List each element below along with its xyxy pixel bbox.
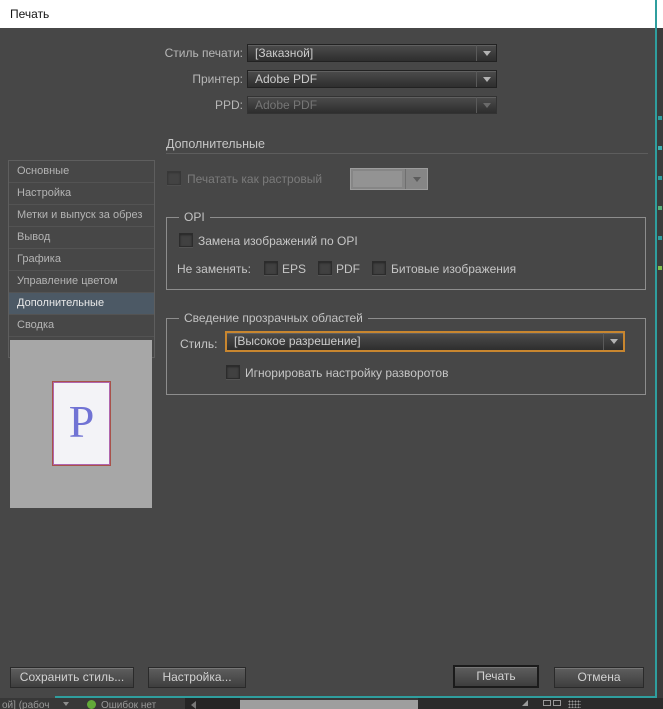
preflight-status-text[interactable]: Ошибок нет xyxy=(101,699,156,709)
omit-label: Не заменять: xyxy=(177,262,251,276)
omit-eps-label: EPS xyxy=(282,262,307,276)
flattener-group: Сведение прозрачных областей Стиль: [Выс… xyxy=(166,311,646,395)
scroll-left-icon[interactable] xyxy=(191,701,196,709)
bitmap-resolution-dropdown xyxy=(350,168,428,190)
panel-tab-mark xyxy=(658,146,662,150)
chevron-down-icon xyxy=(476,97,496,113)
sidebar-item-graphics[interactable]: Графика xyxy=(9,249,154,271)
sidebar-item-summary[interactable]: Сводка xyxy=(9,315,154,337)
printer-value: Adobe PDF xyxy=(255,72,318,86)
panel-tab-mark xyxy=(658,176,662,180)
sections-list: Основные Настройка Метки и выпуск за обр… xyxy=(8,160,155,358)
flattener-style-label: Стиль: xyxy=(180,337,218,351)
panel-tab-mark xyxy=(658,266,662,270)
printer-dropdown[interactable]: Adobe PDF xyxy=(247,70,497,88)
panel-title: Дополнительные xyxy=(166,137,265,151)
omit-bitmap-checkbox[interactable] xyxy=(372,261,386,275)
ppd-dropdown: Adobe PDF xyxy=(247,96,497,114)
screen: Печать Стиль печати: [Заказной] Принтер:… xyxy=(0,0,663,709)
horizontal-scrollbar[interactable] xyxy=(240,700,418,709)
panel-title-divider xyxy=(166,153,648,154)
background-status-bar: ой] (рабоч Ошибок нет xyxy=(0,698,663,709)
sidebar-item-output[interactable]: Вывод xyxy=(9,227,154,249)
opi-group-title: OPI xyxy=(179,210,210,224)
panel-tab-mark xyxy=(658,206,662,210)
background-panel-edge xyxy=(657,28,663,709)
print-preset-value: [Заказной] xyxy=(255,46,314,60)
panel-tab-mark xyxy=(658,116,662,120)
window-titlebar: Печать xyxy=(0,0,663,28)
omit-pdf-label: PDF xyxy=(336,262,360,276)
opi-group: OPI Замена изображений по OPI Не заменят… xyxy=(166,210,646,290)
print-button[interactable]: Печать xyxy=(453,665,539,688)
opi-substitution-checkbox[interactable] xyxy=(179,233,193,247)
preview-page-margins: P xyxy=(53,382,110,465)
window-title: Печать xyxy=(10,7,50,21)
page-indicator-text: ой] (рабоч xyxy=(2,700,50,709)
chevron-down-icon xyxy=(476,71,496,87)
save-preset-button[interactable]: Сохранить стиль... xyxy=(10,667,134,688)
sidebar-item-advanced[interactable]: Дополнительные xyxy=(9,293,154,315)
panel-tab-mark xyxy=(658,236,662,240)
opi-substitution-label: Замена изображений по OPI xyxy=(198,234,358,248)
status-bar-segment xyxy=(185,698,240,709)
flattener-group-title: Сведение прозрачных областей xyxy=(179,311,368,325)
print-as-bitmap-label: Печатать как растровый xyxy=(187,172,323,186)
chevron-down-icon xyxy=(405,169,427,189)
sidebar-item-basic[interactable]: Основные xyxy=(9,161,154,183)
printer-label: Принтер: xyxy=(192,72,243,86)
status-ok-icon xyxy=(87,700,96,709)
flattener-style-value: [Высокое разрешение] xyxy=(234,334,361,348)
sidebar-item-setup[interactable]: Настройка xyxy=(9,183,154,205)
cancel-button[interactable]: Отмена xyxy=(554,667,644,688)
print-preset-label: Стиль печати: xyxy=(164,46,243,60)
preview-letter: P xyxy=(68,395,95,447)
bitmap-resolution-value xyxy=(353,171,402,187)
flattener-style-dropdown[interactable]: [Высокое разрешение] xyxy=(225,331,625,352)
spread-pages-icon[interactable] xyxy=(543,700,563,707)
print-preset-dropdown[interactable]: [Заказной] xyxy=(247,44,497,62)
print-preview-area: P xyxy=(10,340,152,508)
omit-pdf-checkbox[interactable] xyxy=(318,261,332,275)
grid-dots-icon[interactable] xyxy=(568,700,581,708)
page-setup-button[interactable]: Настройка... xyxy=(148,667,246,688)
sidebar-item-marks-bleed[interactable]: Метки и выпуск за обрез xyxy=(9,205,154,227)
ignore-spread-overrides-label: Игнорировать настройку разворотов xyxy=(245,366,449,380)
preview-page[interactable]: P xyxy=(52,381,111,466)
omit-eps-checkbox[interactable] xyxy=(264,261,278,275)
chevron-down-icon xyxy=(476,45,496,61)
ppd-value: Adobe PDF xyxy=(255,98,318,112)
chevron-down-icon xyxy=(603,333,623,350)
ignore-spread-overrides-checkbox[interactable] xyxy=(226,365,240,379)
print-as-bitmap-checkbox xyxy=(167,171,181,185)
sidebar-item-color-management[interactable]: Управление цветом xyxy=(9,271,154,293)
ppd-label: PPD: xyxy=(214,98,243,112)
flyout-triangle-icon[interactable] xyxy=(522,700,528,706)
omit-bitmap-label: Битовые изображения xyxy=(391,262,517,276)
status-bar-right-segment xyxy=(418,698,663,709)
chevron-down-icon[interactable] xyxy=(63,702,69,706)
